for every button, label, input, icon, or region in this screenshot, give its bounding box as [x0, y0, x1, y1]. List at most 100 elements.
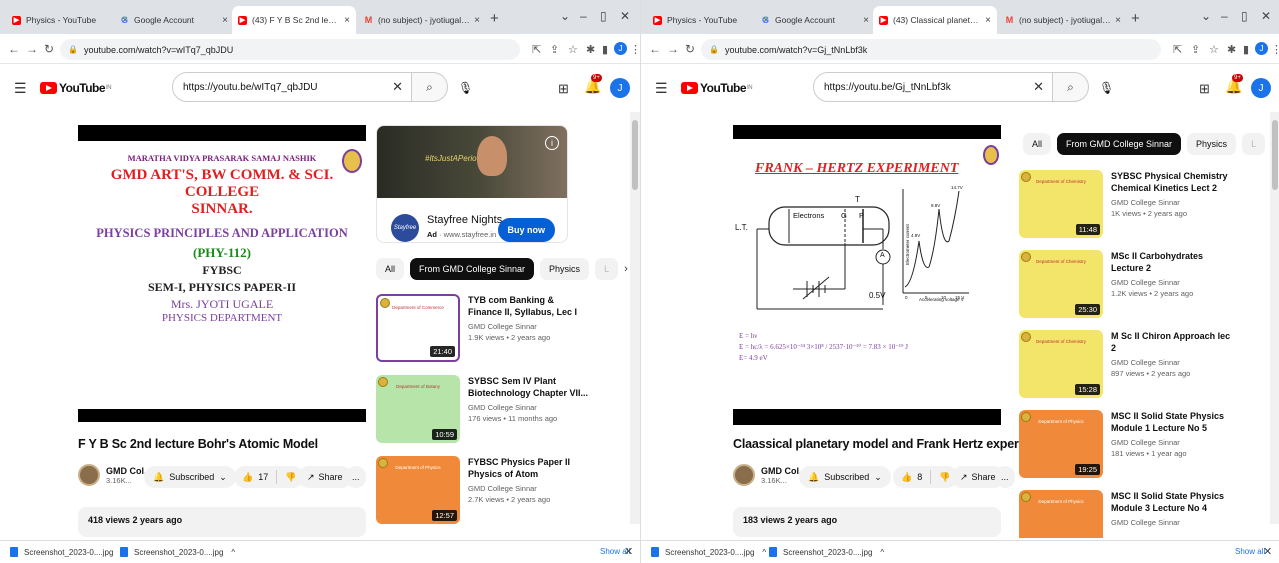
back-icon[interactable]: ←	[649, 42, 661, 56]
share-page-icon[interactable]: ⇪	[1191, 43, 1200, 56]
page-scrollbar[interactable]	[1270, 112, 1279, 524]
extensions-icon[interactable]: ✱	[1227, 43, 1236, 56]
rec-title[interactable]: FYBSC Physics Paper II Physics of Atom	[468, 456, 590, 480]
chip-all[interactable]: All	[376, 258, 405, 280]
clear-search-icon[interactable]: ✕	[392, 79, 403, 95]
rec-item[interactable]: Department of Chemistry 25:30 MSc II Carb…	[1019, 250, 1233, 318]
download-item[interactable]: Screenshot_2023-0....jpg^	[10, 547, 125, 557]
account-avatar[interactable]: J	[610, 78, 630, 98]
chip-physics[interactable]: Physics	[1187, 133, 1237, 155]
share-page-icon[interactable]: ⇪	[550, 43, 559, 56]
new-tab-button[interactable]: +	[490, 10, 499, 27]
rec-channel[interactable]: GMD College Sinnar	[468, 403, 590, 412]
search-input[interactable]: https://youtu.be/Gj_tNnLbf3k ✕	[813, 72, 1053, 102]
rec-channel[interactable]: GMD College Sinnar	[1111, 518, 1233, 527]
chevron-right-icon[interactable]: ›	[624, 263, 628, 275]
tab-active-video[interactable]: ▶ (43) F Y B Sc 2nd lecture Bohr's A ×	[232, 6, 356, 34]
video-player[interactable]: FRANK – HERTZ EXPERIMENT T L.T. Electron…	[733, 125, 1001, 425]
clear-search-icon[interactable]: ✕	[1033, 79, 1044, 95]
show-all-downloads[interactable]: Show all	[1235, 547, 1265, 556]
rec-channel[interactable]: GMD College Sinnar	[468, 322, 590, 331]
close-window-icon[interactable]: ✕	[620, 9, 630, 23]
subscribed-button[interactable]: 🔔 Subscribed ⌄	[799, 466, 891, 488]
address-bar[interactable]: 🔒 youtube.com/watch?v=Gj_tNnLbf3k	[701, 39, 1161, 60]
more-actions-button[interactable]: ...	[346, 466, 366, 488]
address-bar[interactable]: 🔒 youtube.com/watch?v=wITq7_qbJDU	[60, 39, 520, 60]
hamburger-menu-icon[interactable]: ☰	[655, 80, 668, 97]
rec-title[interactable]: MSc II Carbohydrates Lecture 2	[1111, 250, 1233, 274]
rec-channel[interactable]: GMD College Sinnar	[1111, 198, 1233, 207]
video-player[interactable]: MARATHA VIDYA PRASARAK SAMAJ NASHIK GMD …	[78, 125, 366, 422]
bookmark-star-icon[interactable]: ☆	[1209, 43, 1219, 56]
rec-thumbnail[interactable]: Department of Chemistry 15:28	[1019, 330, 1103, 398]
download-item[interactable]: Screenshot_2023-0....jpg^	[769, 547, 884, 557]
extensions-icon[interactable]: ✱	[586, 43, 595, 56]
notifications-bell-icon[interactable]: 🔔 9+	[584, 74, 602, 95]
rec-item[interactable]: Department of Commerce 21:40 TYB com Bank…	[376, 294, 590, 362]
chip-from-channel[interactable]: From GMD College Sinnar	[1057, 133, 1182, 155]
rec-channel[interactable]: GMD College Sinnar	[468, 484, 590, 493]
reload-icon[interactable]: ↻	[685, 42, 695, 56]
tab-search-chevron-icon[interactable]: ⌄	[1201, 9, 1211, 23]
rec-thumbnail[interactable]: Department of Chemistry 25:30	[1019, 250, 1103, 318]
new-tab-button[interactable]: +	[1131, 10, 1140, 27]
more-actions-button[interactable]: ...	[995, 466, 1015, 488]
channel-avatar[interactable]	[733, 464, 755, 486]
chip-more[interactable]: L	[1242, 133, 1266, 155]
tab-google-account[interactable]: G Google Account ×	[755, 6, 875, 34]
rec-item[interactable]: Department of Physics 12:57 FYBSC Physics…	[376, 456, 590, 524]
scrollbar-thumb[interactable]	[1272, 120, 1278, 190]
back-icon[interactable]: ←	[8, 42, 20, 56]
menu-dots-icon[interactable]: ⋮	[1271, 43, 1279, 56]
close-tab-icon[interactable]: ×	[863, 15, 869, 26]
rec-item[interactable]: Department of Physics MSC II Solid State…	[1019, 490, 1233, 538]
forward-icon[interactable]: →	[667, 42, 679, 56]
account-avatar[interactable]: J	[1251, 78, 1271, 98]
rec-thumbnail[interactable]: Department of Physics 12:57	[376, 456, 460, 524]
subscribed-button[interactable]: 🔔 Subscribed ⌄	[144, 466, 236, 488]
maximize-icon[interactable]: ▯	[1241, 9, 1248, 23]
minimize-icon[interactable]: –	[580, 9, 587, 23]
create-video-icon[interactable]: ⊞	[558, 81, 569, 97]
ad-card[interactable]: #ItsJustAPeriod i Stayfree Stayfree Nigh…	[376, 125, 568, 243]
description-box[interactable]: 418 views 2 years ago	[78, 507, 366, 537]
maximize-icon[interactable]: ▯	[600, 9, 607, 23]
search-input[interactable]: https://youtu.be/wITq7_qbJDU ✕	[172, 72, 412, 102]
tab-search-chevron-icon[interactable]: ⌄	[560, 9, 570, 23]
tab-gmail[interactable]: M (no subject) - jyotiugale92@gma ×	[358, 6, 486, 34]
channel-info[interactable]: GMD Col... 3.16K...	[733, 464, 807, 486]
youtube-logo[interactable]: YouTube IN	[681, 81, 753, 95]
chevron-up-icon[interactable]: ^	[880, 548, 884, 557]
reload-icon[interactable]: ↻	[44, 42, 54, 56]
mic-icon[interactable]: 🎙	[1099, 81, 1114, 95]
download-item[interactable]: Screenshot_2023-0....jpg^	[651, 547, 766, 557]
rec-thumbnail[interactable]: Department of Chemistry 11:48	[1019, 170, 1103, 238]
rec-item[interactable]: Department of Physics 19:25 MSC II Solid …	[1019, 410, 1233, 478]
share-button[interactable]: ↗ Share	[298, 466, 352, 488]
minimize-icon[interactable]: –	[1221, 9, 1228, 23]
forward-icon[interactable]: →	[26, 42, 38, 56]
chip-from-channel[interactable]: From GMD College Sinnar	[410, 258, 535, 280]
close-tab-icon[interactable]: ×	[1115, 15, 1121, 26]
close-tab-icon[interactable]: ×	[344, 15, 350, 26]
rec-item[interactable]: Department of Chemistry 15:28 M Sc II Chi…	[1019, 330, 1233, 398]
chevron-up-icon[interactable]: ^	[231, 548, 235, 557]
channel-info[interactable]: GMD Col... 3.16K...	[78, 464, 152, 486]
rec-title[interactable]: M Sc II Chiron Approach lec 2	[1111, 330, 1233, 354]
tab-gmail[interactable]: M (no subject) - jyotiugale92@gma ×	[999, 6, 1127, 34]
youtube-logo[interactable]: YouTube IN	[40, 81, 112, 95]
chevron-up-icon[interactable]: ^	[762, 548, 766, 557]
rec-title[interactable]: SYBSC Sem IV Plant Biotechnology Chapter…	[468, 375, 590, 399]
close-tab-icon[interactable]: ×	[474, 15, 480, 26]
close-downloads-icon[interactable]: ✕	[1263, 545, 1272, 558]
close-tab-icon[interactable]: ×	[985, 15, 991, 26]
menu-dots-icon[interactable]: ⋮	[630, 43, 640, 56]
sidepanel-icon[interactable]: ▮	[1243, 43, 1249, 56]
rec-channel[interactable]: GMD College Sinnar	[1111, 278, 1233, 287]
description-box[interactable]: 183 views 2 years ago	[733, 507, 1001, 537]
download-item[interactable]: Screenshot_2023-0....jpg^	[120, 547, 235, 557]
rec-title[interactable]: MSC II Solid State Physics Module 1 Lect…	[1111, 410, 1233, 434]
rec-channel[interactable]: GMD College Sinnar	[1111, 358, 1233, 367]
search-button[interactable]: ⌕	[1053, 72, 1089, 102]
mic-icon[interactable]: 🎙	[458, 81, 473, 95]
